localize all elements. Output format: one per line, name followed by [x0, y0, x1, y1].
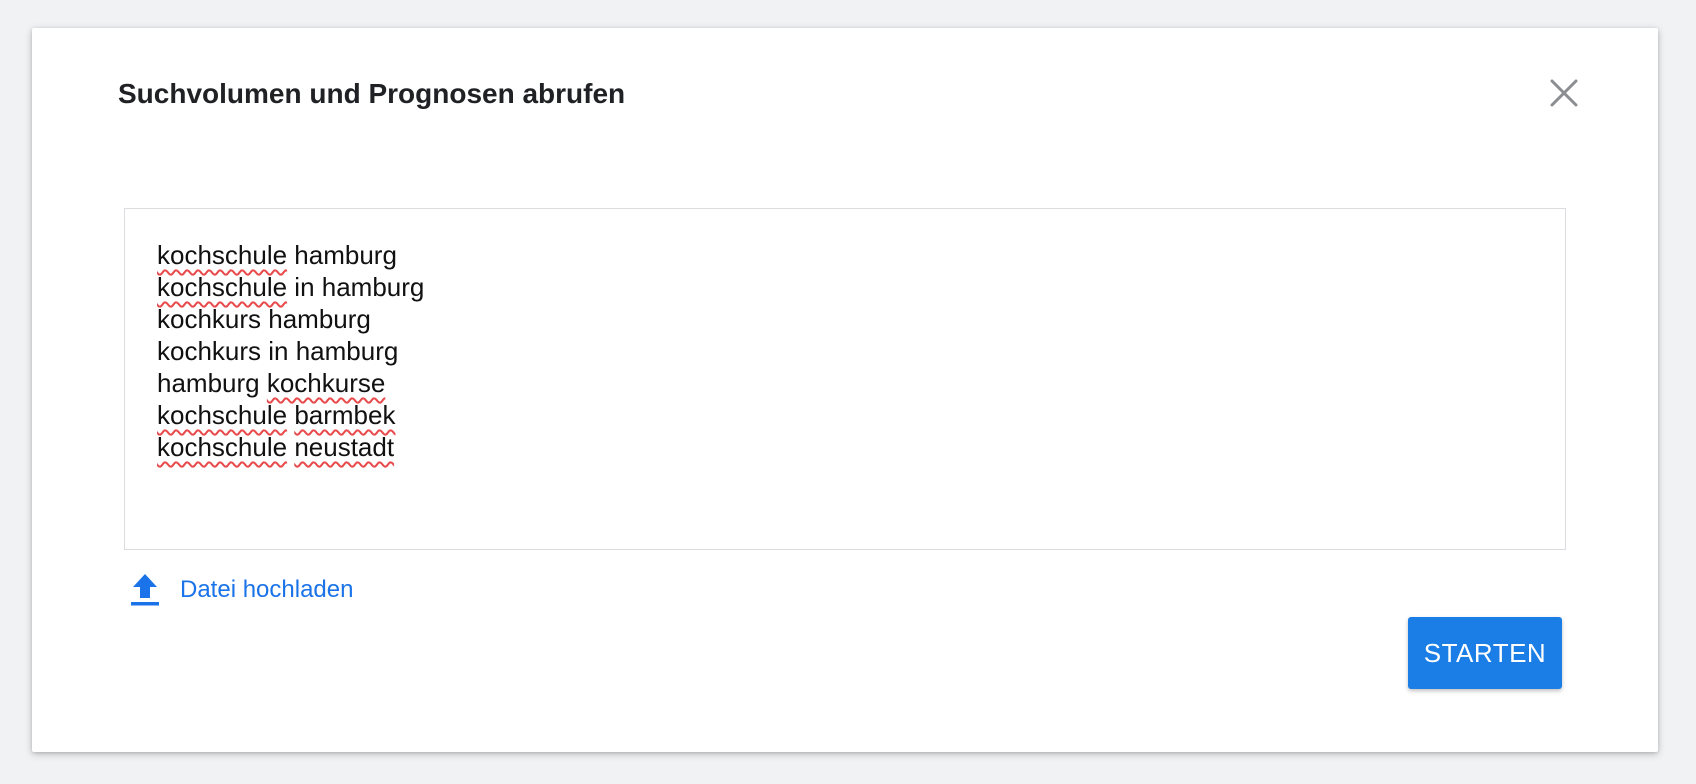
keyword-line: kochschule barmbek	[157, 399, 1533, 431]
upload-label: Datei hochladen	[180, 576, 354, 603]
keyword-text: kochkurs in hamburg	[157, 336, 399, 366]
spellcheck-word: kochschule	[157, 400, 288, 430]
keyword-line: kochkurs in hamburg	[157, 335, 1533, 367]
spellcheck-word: kochschule	[157, 272, 288, 302]
upload-file-link[interactable]: Datei hochladen	[130, 572, 353, 608]
keyword-line: kochschule in hamburg	[157, 271, 1533, 303]
close-button[interactable]	[1545, 74, 1583, 112]
keyword-line: hamburg kochkurse	[157, 367, 1533, 399]
spellcheck-word: neustadt	[294, 432, 395, 462]
spellcheck-word: kochkurse	[266, 368, 386, 398]
spellcheck-word: kochschule	[157, 240, 288, 270]
keywords-textarea[interactable]: kochschule hamburg kochschule in hamburg k…	[124, 208, 1566, 550]
keyword-text: hamburg	[157, 368, 267, 398]
keyword-text: hamburg	[287, 240, 397, 270]
keyword-line: kochschule hamburg	[157, 239, 1533, 271]
start-button[interactable]: STARTEN	[1408, 617, 1562, 689]
keyword-text: kochkurs hamburg	[157, 304, 371, 334]
keyword-dialog: Suchvolumen und Prognosen abrufen kochsc…	[32, 28, 1658, 752]
keyword-line: kochschule neustadt	[157, 431, 1533, 463]
dialog-title: Suchvolumen und Prognosen abrufen	[118, 78, 626, 109]
keyword-text: in hamburg	[287, 272, 425, 302]
keyword-line: kochkurs hamburg	[157, 303, 1533, 335]
upload-icon	[131, 574, 159, 606]
spellcheck-word: kochschule	[157, 432, 288, 462]
spellcheck-word: barmbek	[294, 400, 396, 430]
close-icon	[1550, 79, 1578, 107]
